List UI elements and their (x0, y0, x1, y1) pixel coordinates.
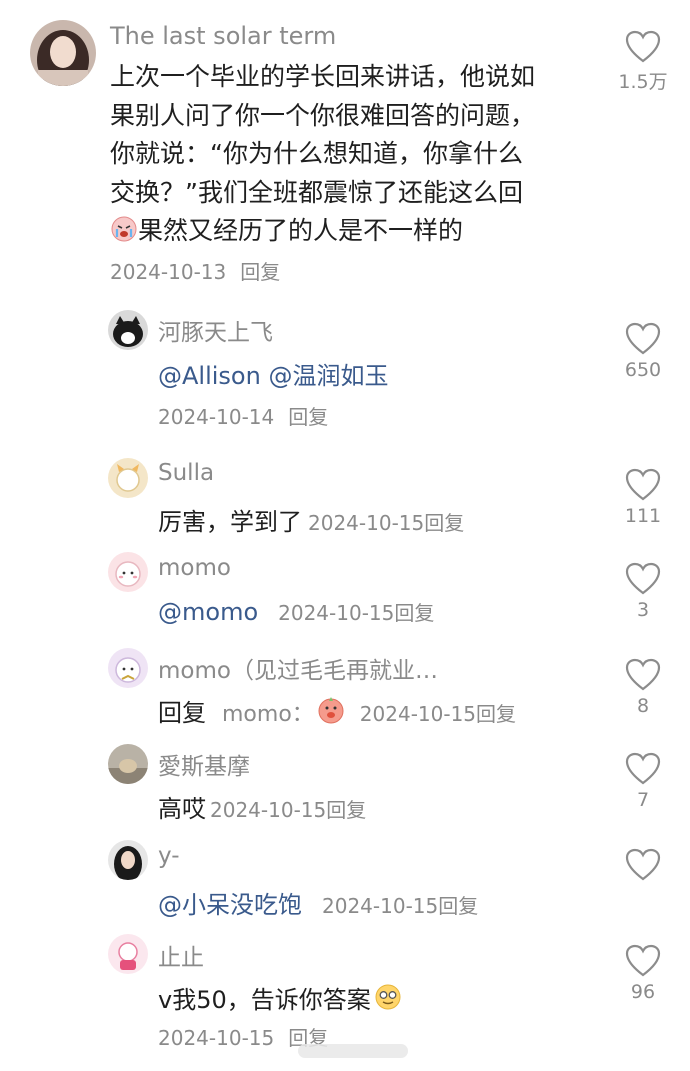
avatar-reply[interactable] (108, 458, 148, 498)
reply-meta: 2024-10-14 回复 (158, 401, 328, 430)
like-count: 111 (624, 505, 662, 527)
reply-username[interactable]: Sulla (158, 460, 214, 486)
like-button[interactable]: 7 (608, 752, 678, 811)
watermark (298, 1040, 408, 1062)
reply-button[interactable]: 回复 (438, 894, 478, 918)
reply-content: 高哎 (158, 795, 206, 823)
reply-button[interactable]: 回复 (394, 601, 434, 625)
main-comment-line-text: 果然又经历了的人是不一样的 (138, 216, 464, 245)
like-button[interactable]: 650 (608, 322, 678, 381)
like-count: 96 (630, 981, 656, 1003)
mention-link[interactable]: @momo (158, 598, 258, 626)
comment-date: 2024-10-15 (210, 798, 327, 822)
like-count: 8 (636, 695, 650, 717)
heart-outline-icon (625, 944, 661, 977)
reply-text: 高哎 2024-10-15回复 (158, 789, 366, 824)
reply-username[interactable]: momo（见过毛毛再就业… (158, 651, 438, 685)
main-comment-meta: 2024-10-13 回复 (110, 256, 280, 285)
avatar-reply[interactable] (108, 552, 148, 592)
reply-button[interactable]: 回复 (476, 702, 516, 726)
like-count: 650 (624, 359, 662, 381)
reply-text: 回复 momo： 2024-10-15回复 (158, 693, 516, 731)
heart-outline-icon (625, 562, 661, 595)
heart-outline-icon (625, 752, 661, 785)
main-comment-line: 交换？”我们全班都震惊了还能这么回 (110, 177, 523, 207)
reply-button[interactable]: 回复 (326, 798, 366, 822)
crying-face-emoji (110, 215, 138, 255)
reply-text: @Allison @温润如玉 (158, 356, 388, 391)
like-button[interactable]: 111 (608, 468, 678, 527)
avatar-reply[interactable] (108, 310, 148, 350)
mention-link[interactable]: @Allison @温润如玉 (158, 362, 388, 390)
reply-text: v我50，告诉你答案 (158, 980, 403, 1018)
main-comment-username[interactable]: The last solar term (110, 22, 336, 50)
reply-text: 厉害，学到了 2024-10-15回复 (158, 502, 464, 537)
reply-username[interactable]: 河豚天上飞 (158, 313, 273, 347)
comment-date: 2024-10-15 (322, 894, 439, 918)
reply-username[interactable]: 止止 (158, 938, 204, 972)
reply-button[interactable]: 回复 (288, 405, 328, 429)
main-comment-line: 上次一个毕业的学长回来讲话，他说如 (110, 62, 536, 91)
reply-content: v我50，告诉你答案 (158, 986, 371, 1014)
reply-button[interactable]: 回复 (240, 260, 280, 284)
comment-date: 2024-10-15 (278, 601, 395, 625)
reply-text: @小呆没吃饱 2024-10-15回复 (158, 885, 478, 920)
main-comment-line: 果别人问了你一个你很难回答的问题， (110, 100, 536, 130)
heart-outline-icon (625, 30, 661, 63)
reply-target[interactable]: momo： (222, 702, 314, 727)
like-button[interactable]: 8 (608, 658, 678, 717)
heart-outline-icon (625, 658, 661, 691)
reply-content: 回复 (158, 699, 206, 727)
avatar-reply[interactable] (108, 840, 148, 880)
mention-link[interactable]: @小呆没吃饱 (158, 891, 302, 919)
reply-username[interactable]: momo (158, 555, 231, 581)
avatar-main[interactable] (30, 20, 96, 86)
comment-date: 2024-10-13 (110, 260, 227, 284)
comment-date: 2024-10-15 (158, 1026, 275, 1050)
like-button[interactable]: 96 (608, 944, 678, 1003)
reply-username[interactable]: 愛斯基摩 (158, 747, 250, 781)
comment-date: 2024-10-14 (158, 405, 275, 429)
like-button[interactable] (608, 848, 678, 885)
like-count: 3 (636, 599, 650, 621)
main-comment-line: 你就说：“你为什么想知道，你拿什么 (110, 139, 523, 168)
reply-content: 厉害，学到了 (158, 508, 302, 536)
main-comment-text: 上次一个毕业的学长回来讲话，他说如 果别人问了你一个你很难回答的问题， 你就说：… (110, 58, 580, 255)
reply-text: @momo 2024-10-15回复 (158, 597, 434, 626)
heart-outline-icon (625, 848, 661, 881)
reply-username[interactable]: y- (158, 843, 180, 869)
avatar-reply[interactable] (108, 648, 148, 688)
glasses-face-emoji (373, 982, 403, 1018)
like-button[interactable]: 3 (608, 562, 678, 621)
like-button[interactable]: 1.5万 (608, 30, 678, 94)
like-count: 7 (636, 789, 650, 811)
main-comment-line: 果然又经历了的人是不一样的 (110, 212, 580, 255)
pig-face-emoji (316, 695, 346, 731)
comment-date: 2024-10-15 (308, 511, 425, 535)
avatar-reply[interactable] (108, 934, 148, 974)
comment-date: 2024-10-15 (359, 702, 477, 726)
heart-outline-icon (625, 322, 661, 355)
heart-outline-icon (625, 468, 661, 501)
avatar-reply[interactable] (108, 744, 148, 784)
reply-button[interactable]: 回复 (424, 511, 464, 535)
like-count: 1.5万 (618, 71, 668, 93)
